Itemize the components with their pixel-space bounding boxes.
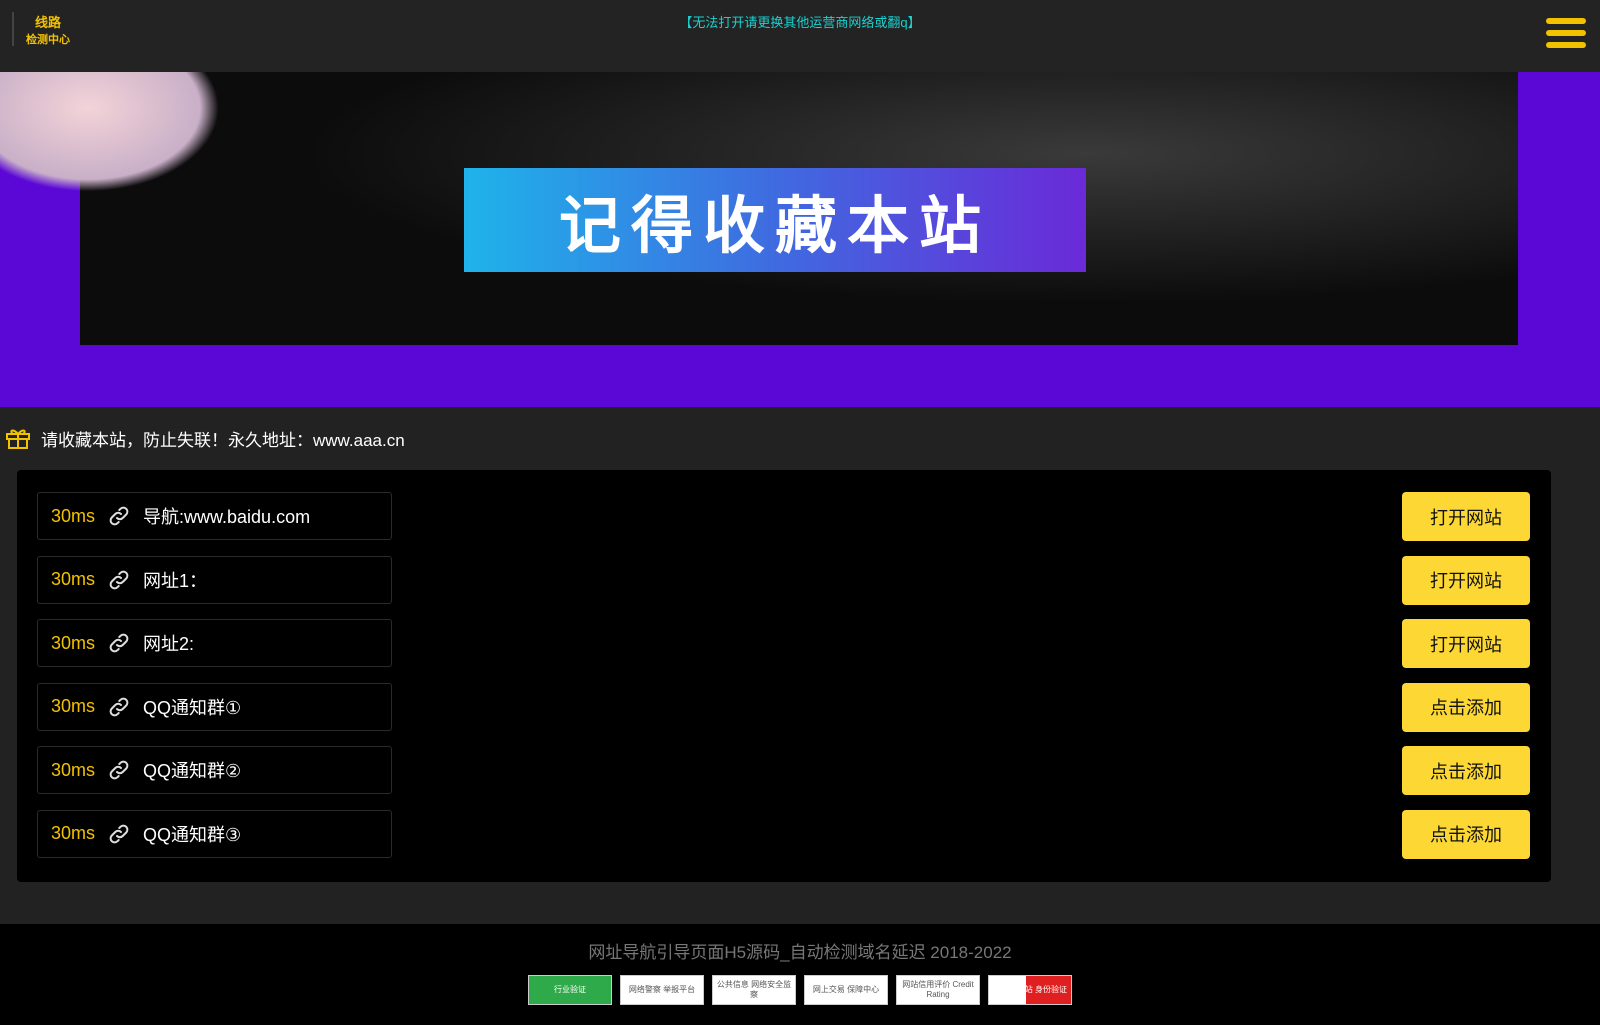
- link-row[interactable]: 30ms 导航:www.baidu.com: [37, 492, 392, 540]
- banner: 记得收藏本站: [0, 72, 1600, 407]
- trust-badges: 行业验证 网络警察 举报平台 公共信息 网络安全监察 网上交易 保障中心 网站信…: [0, 975, 1600, 1005]
- latency: 30ms: [51, 505, 96, 526]
- link-label: 导航:www.baidu.com: [143, 507, 311, 527]
- link-icon: [107, 568, 131, 592]
- header: 线路 检测中心 【无法打开请更换其他运营商网络或翻q】: [0, 0, 1600, 72]
- link-label: QQ通知群②: [143, 761, 242, 781]
- badge-police[interactable]: 网络警察 举报平台: [620, 975, 704, 1005]
- link-panel: 30ms 导航:www.baidu.com 打开网站 30ms 网址1： 打开网站 30ms…: [17, 470, 1551, 882]
- tip-bar: 请收藏本站，防止失联！永久地址：www.aaa.cn: [0, 407, 1600, 469]
- tip-text: 请收藏本站，防止失联！永久地址：www.aaa.cn: [41, 430, 405, 450]
- badge-security[interactable]: 公共信息 网络安全监察: [712, 975, 796, 1005]
- add-group-button[interactable]: 点击添加: [1402, 682, 1530, 732]
- link-icon: [107, 695, 131, 719]
- top-notice: 【无法打开请更换其他运营商网络或翻q】: [679, 15, 921, 30]
- footer: 网址导航引导页面H5源码_自动检测域名延迟 2018-2022 行业验证 网络警…: [0, 924, 1600, 1025]
- hamburger-icon: [1546, 18, 1586, 24]
- banner-text: 记得收藏本站: [464, 168, 1086, 272]
- latency: 30ms: [51, 759, 96, 780]
- link-label: QQ通知群①: [143, 697, 242, 718]
- link-icon: [107, 504, 131, 528]
- link-row[interactable]: 30ms 网址1：: [37, 555, 392, 604]
- copyright: 网址导航引导页面H5源码_自动检测域名延迟 2018-2022: [588, 943, 1012, 962]
- link-icon: [107, 631, 131, 655]
- badge-industry[interactable]: 行业验证: [528, 975, 612, 1005]
- gift-icon: [5, 426, 31, 450]
- link-row[interactable]: 30ms QQ通知群②: [37, 746, 392, 794]
- open-site-button[interactable]: 打开网站: [1402, 619, 1530, 668]
- link-row[interactable]: 30ms QQ通知群①: [37, 682, 392, 731]
- add-group-button[interactable]: 点击添加: [1402, 746, 1530, 795]
- logo-line2: 检测中心: [26, 34, 70, 46]
- badge-trade[interactable]: 网上交易 保障中心: [804, 975, 888, 1005]
- latency: 30ms: [51, 569, 96, 589]
- banner-hand-graphic: [0, 72, 220, 192]
- link-row[interactable]: 30ms 网址2:: [37, 619, 392, 667]
- open-site-button[interactable]: 打开网站: [1402, 555, 1530, 605]
- badge-credit[interactable]: 网站信用评价 Credit Rating: [896, 975, 980, 1005]
- add-group-button[interactable]: 点击添加: [1402, 809, 1530, 859]
- badge-trusted[interactable]: 可信网站 身份验证: [988, 975, 1072, 1005]
- latency: 30ms: [51, 632, 96, 653]
- link-label: 网址1：: [143, 570, 208, 591]
- open-site-button[interactable]: 打开网站: [1402, 492, 1530, 541]
- link-icon: [107, 758, 131, 782]
- link-row[interactable]: 30ms QQ通知群③: [37, 809, 392, 858]
- menu-button[interactable]: [1546, 18, 1586, 52]
- latency: 30ms: [51, 696, 96, 716]
- latency: 30ms: [51, 823, 96, 843]
- link-label: 网址2:: [143, 634, 195, 654]
- link-label: QQ通知群③: [143, 824, 242, 845]
- link-icon: [107, 822, 131, 846]
